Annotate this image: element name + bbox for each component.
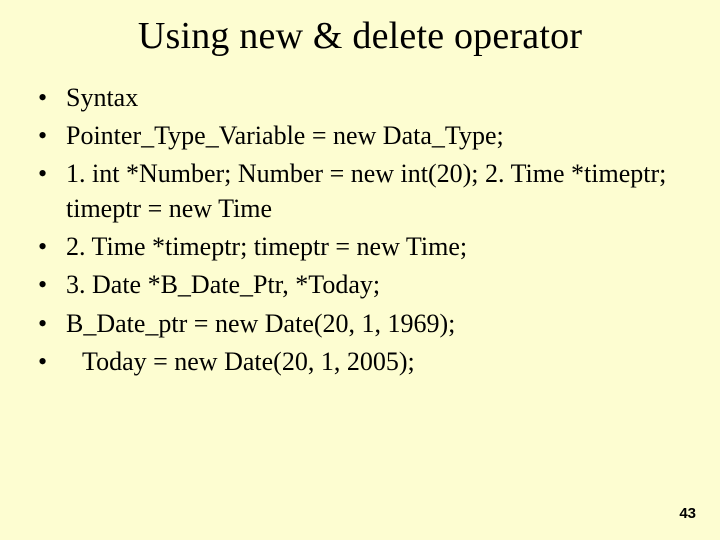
bullet-item: Today = new Date(20, 1, 2005); bbox=[34, 344, 686, 379]
bullet-item: B_Date_ptr = new Date(20, 1, 1969); bbox=[34, 306, 686, 341]
bullet-item: 2. Time *timeptr; timeptr = new Time; bbox=[34, 229, 686, 264]
bullet-item: 1. int *Number; Number = new int(20); 2.… bbox=[34, 156, 686, 226]
bullet-text: Today = new Date(20, 1, 2005); bbox=[66, 347, 415, 376]
slide-title: Using new & delete operator bbox=[34, 14, 686, 58]
bullet-item: Pointer_Type_Variable = new Data_Type; bbox=[34, 118, 686, 153]
bullet-item: 3. Date *B_Date_Ptr, *Today; bbox=[34, 267, 686, 302]
slide-container: Using new & delete operator Syntax Point… bbox=[0, 0, 720, 540]
bullet-list: Syntax Pointer_Type_Variable = new Data_… bbox=[34, 80, 686, 379]
page-number: 43 bbox=[679, 505, 696, 522]
bullet-item: Syntax bbox=[34, 80, 686, 115]
